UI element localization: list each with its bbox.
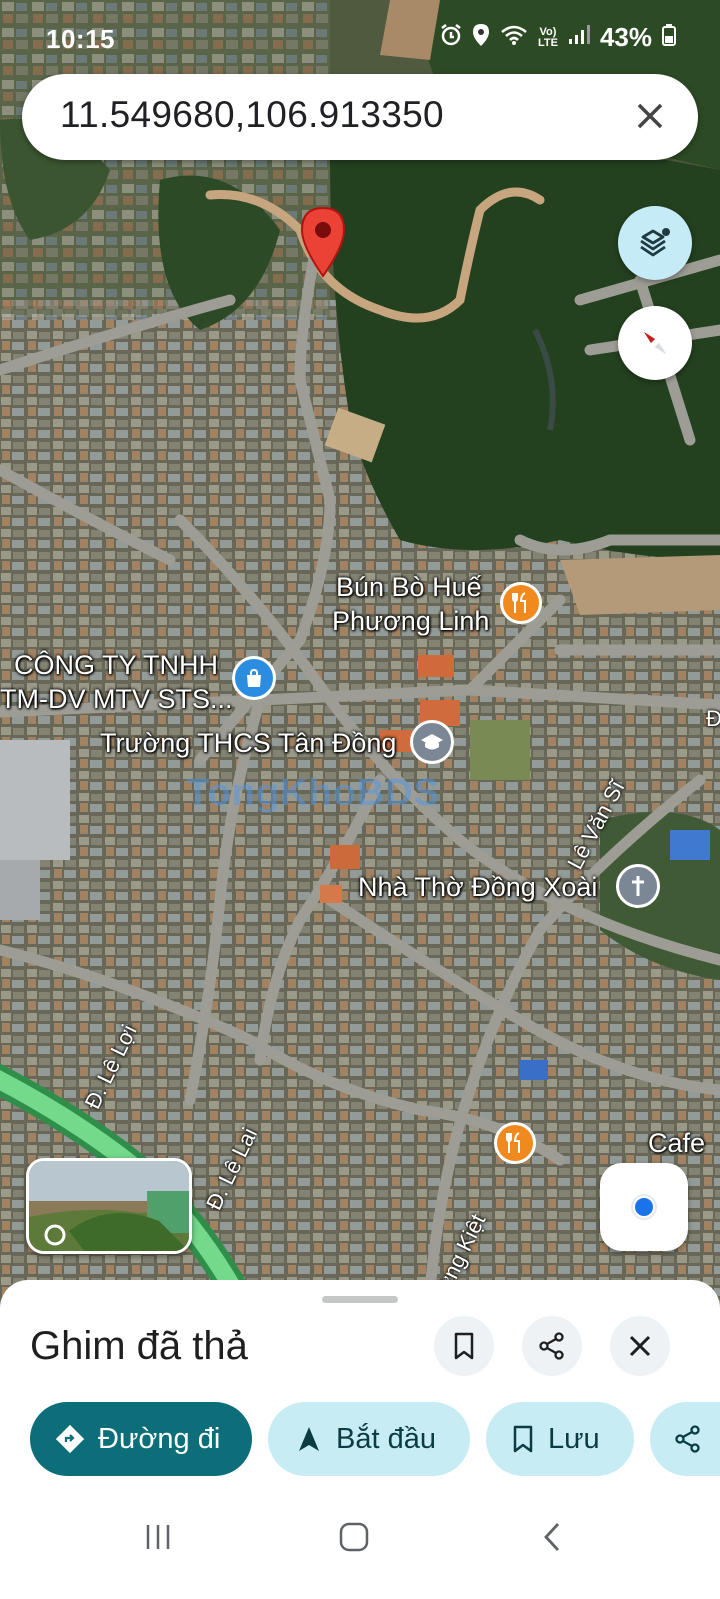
my-location-button[interactable] <box>600 1163 688 1251</box>
search-query[interactable]: 11.549680,106.913350 <box>60 94 444 136</box>
dropped-pin-icon[interactable] <box>298 206 348 278</box>
share-icon <box>675 1425 700 1453</box>
restaurant-icon-2[interactable] <box>494 1122 536 1164</box>
share-icon <box>539 1332 564 1360</box>
directions-button[interactable]: Đường đi <box>30 1402 252 1476</box>
share-chip[interactable] <box>650 1402 720 1476</box>
restaurant-icon[interactable] <box>500 582 542 624</box>
compass-icon <box>644 332 666 354</box>
church-icon[interactable] <box>616 864 660 908</box>
close-icon <box>629 1335 651 1357</box>
status-icons: Vo) LTE 43% <box>440 22 676 53</box>
compass-button[interactable] <box>618 306 692 380</box>
my-location-icon <box>631 1194 657 1220</box>
bookmark-icon <box>513 1425 533 1453</box>
poi-label-company-line2[interactable]: TM-DV MTV STS... <box>0 684 233 715</box>
school-icon[interactable] <box>410 720 454 764</box>
drag-handle[interactable] <box>322 1296 398 1303</box>
close-sheet-button[interactable] <box>610 1316 670 1376</box>
shopping-bag-icon[interactable] <box>232 656 276 700</box>
poi-label-church[interactable]: Nhà Thờ Đồng Xoài <box>358 872 597 903</box>
recent-apps-button[interactable] <box>128 1507 188 1567</box>
status-time: 10:15 <box>46 24 115 54</box>
location-icon <box>472 23 490 53</box>
poi-label-restaurant-line2[interactable]: Phương Linh <box>332 606 489 637</box>
save-icon-button[interactable] <box>434 1316 494 1376</box>
watermark: TongKhoBDS <box>186 772 441 814</box>
poi-label-company-line1[interactable]: CÔNG TY TNHH <box>14 650 218 681</box>
search-bar[interactable]: 11.549680,106.913350 <box>22 74 698 160</box>
poi-label-school[interactable]: Trường THCS Tân Đồng <box>100 728 396 759</box>
system-navigation-bar <box>0 1485 720 1599</box>
layers-icon <box>640 228 670 257</box>
start-label: Bắt đầu <box>336 1422 436 1455</box>
layers-button[interactable] <box>618 206 692 280</box>
home-button[interactable] <box>324 1507 384 1567</box>
poi-label-restaurant-line1[interactable]: Bún Bò Huế <box>336 572 482 603</box>
alarm-icon <box>440 23 462 52</box>
battery-percent: 43% <box>599 22 652 52</box>
place-title: Ghim đã thả <box>30 1324 248 1368</box>
navigation-arrow-icon <box>299 1427 319 1451</box>
wifi-icon <box>500 24 528 52</box>
back-icon <box>544 1523 560 1551</box>
save-button[interactable]: Lưu <box>486 1402 634 1476</box>
share-icon-button[interactable] <box>522 1316 582 1376</box>
map-view[interactable]: Lê Văn Sĩ Đ. Lê Lợi Đ. Lê Lai ờng Kiệt Đ… <box>0 0 720 1320</box>
battery-icon <box>662 23 676 52</box>
recent-apps-icon <box>146 1525 170 1549</box>
status-bar: 10:15 Vo) LTE 43% <box>0 0 720 70</box>
signal-icon <box>568 24 590 51</box>
bookmark-icon <box>454 1332 474 1360</box>
street-view-image <box>29 1161 189 1251</box>
directions-icon <box>56 1425 84 1453</box>
close-icon[interactable] <box>628 94 672 138</box>
home-icon <box>339 1522 369 1552</box>
start-button[interactable]: Bắt đầu <box>268 1402 470 1476</box>
street-view-thumbnail[interactable] <box>26 1158 192 1254</box>
network-type-label: Vo) LTE <box>537 25 558 49</box>
street-label-edge: Đ <box>706 706 720 731</box>
directions-label: Đường đi <box>98 1422 221 1455</box>
save-label: Lưu <box>548 1422 600 1455</box>
poi-label-cafe[interactable]: Cafe <box>648 1128 705 1159</box>
back-button[interactable] <box>522 1507 582 1567</box>
